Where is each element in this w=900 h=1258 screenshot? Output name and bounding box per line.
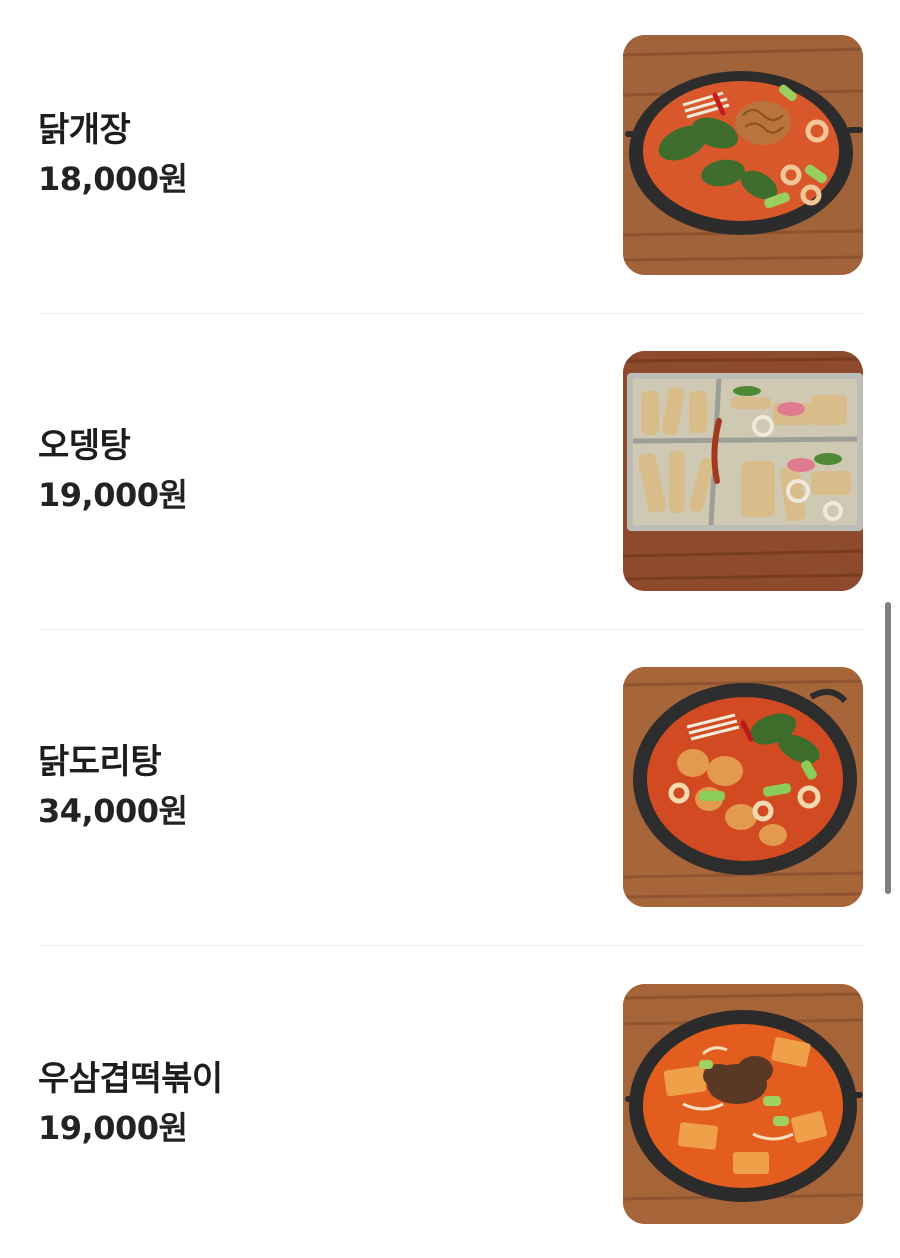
menu-item-price: 18,000원: [38, 160, 188, 198]
braised-chicken-photo[interactable]: [623, 667, 863, 907]
menu-item-braised-chicken[interactable]: 닭도리탕 34,000원: [38, 667, 863, 907]
fishcake-soup-photo-art: [623, 351, 863, 591]
vertical-scrollbar[interactable]: [885, 602, 891, 894]
chicken-stew-photo-art: [623, 35, 863, 275]
chicken-stew-photo[interactable]: [623, 35, 863, 275]
menu-item-price: 34,000원: [38, 792, 188, 830]
menu-item-name: 닭개장: [38, 110, 131, 150]
menu-item-fishcake-soup[interactable]: 오뎅탕 19,000원: [38, 351, 863, 591]
menu-item-text: 닭개장 18,000원: [38, 107, 578, 201]
braised-chicken-photo-art: [623, 667, 863, 907]
beef-tteokbokki-photo[interactable]: [623, 984, 863, 1224]
divider: [38, 313, 863, 314]
menu-item-name: 오뎅탕: [38, 426, 131, 466]
beef-tteokbokki-photo-art: [623, 984, 863, 1224]
menu-item-name: 닭도리탕: [38, 742, 162, 782]
menu-item-chicken-stew[interactable]: 닭개장 18,000원: [38, 35, 863, 275]
divider: [38, 629, 863, 630]
menu-item-name: 우삼겹떡볶이: [38, 1059, 223, 1099]
menu-list: 닭개장 18,000원 오뎅탕 19,000원 닭도리탕 34,000원 우삼겹…: [0, 0, 900, 1258]
menu-item-text: 오뎅탕 19,000원: [38, 423, 578, 517]
menu-item-text: 우삼겹떡볶이 19,000원: [38, 1056, 578, 1150]
fishcake-soup-photo[interactable]: [623, 351, 863, 591]
divider: [38, 945, 863, 946]
menu-item-price: 19,000원: [38, 1109, 188, 1147]
menu-item-beef-tteokbokki[interactable]: 우삼겹떡볶이 19,000원: [38, 984, 863, 1224]
menu-item-price: 19,000원: [38, 476, 188, 514]
menu-item-text: 닭도리탕 34,000원: [38, 739, 578, 833]
